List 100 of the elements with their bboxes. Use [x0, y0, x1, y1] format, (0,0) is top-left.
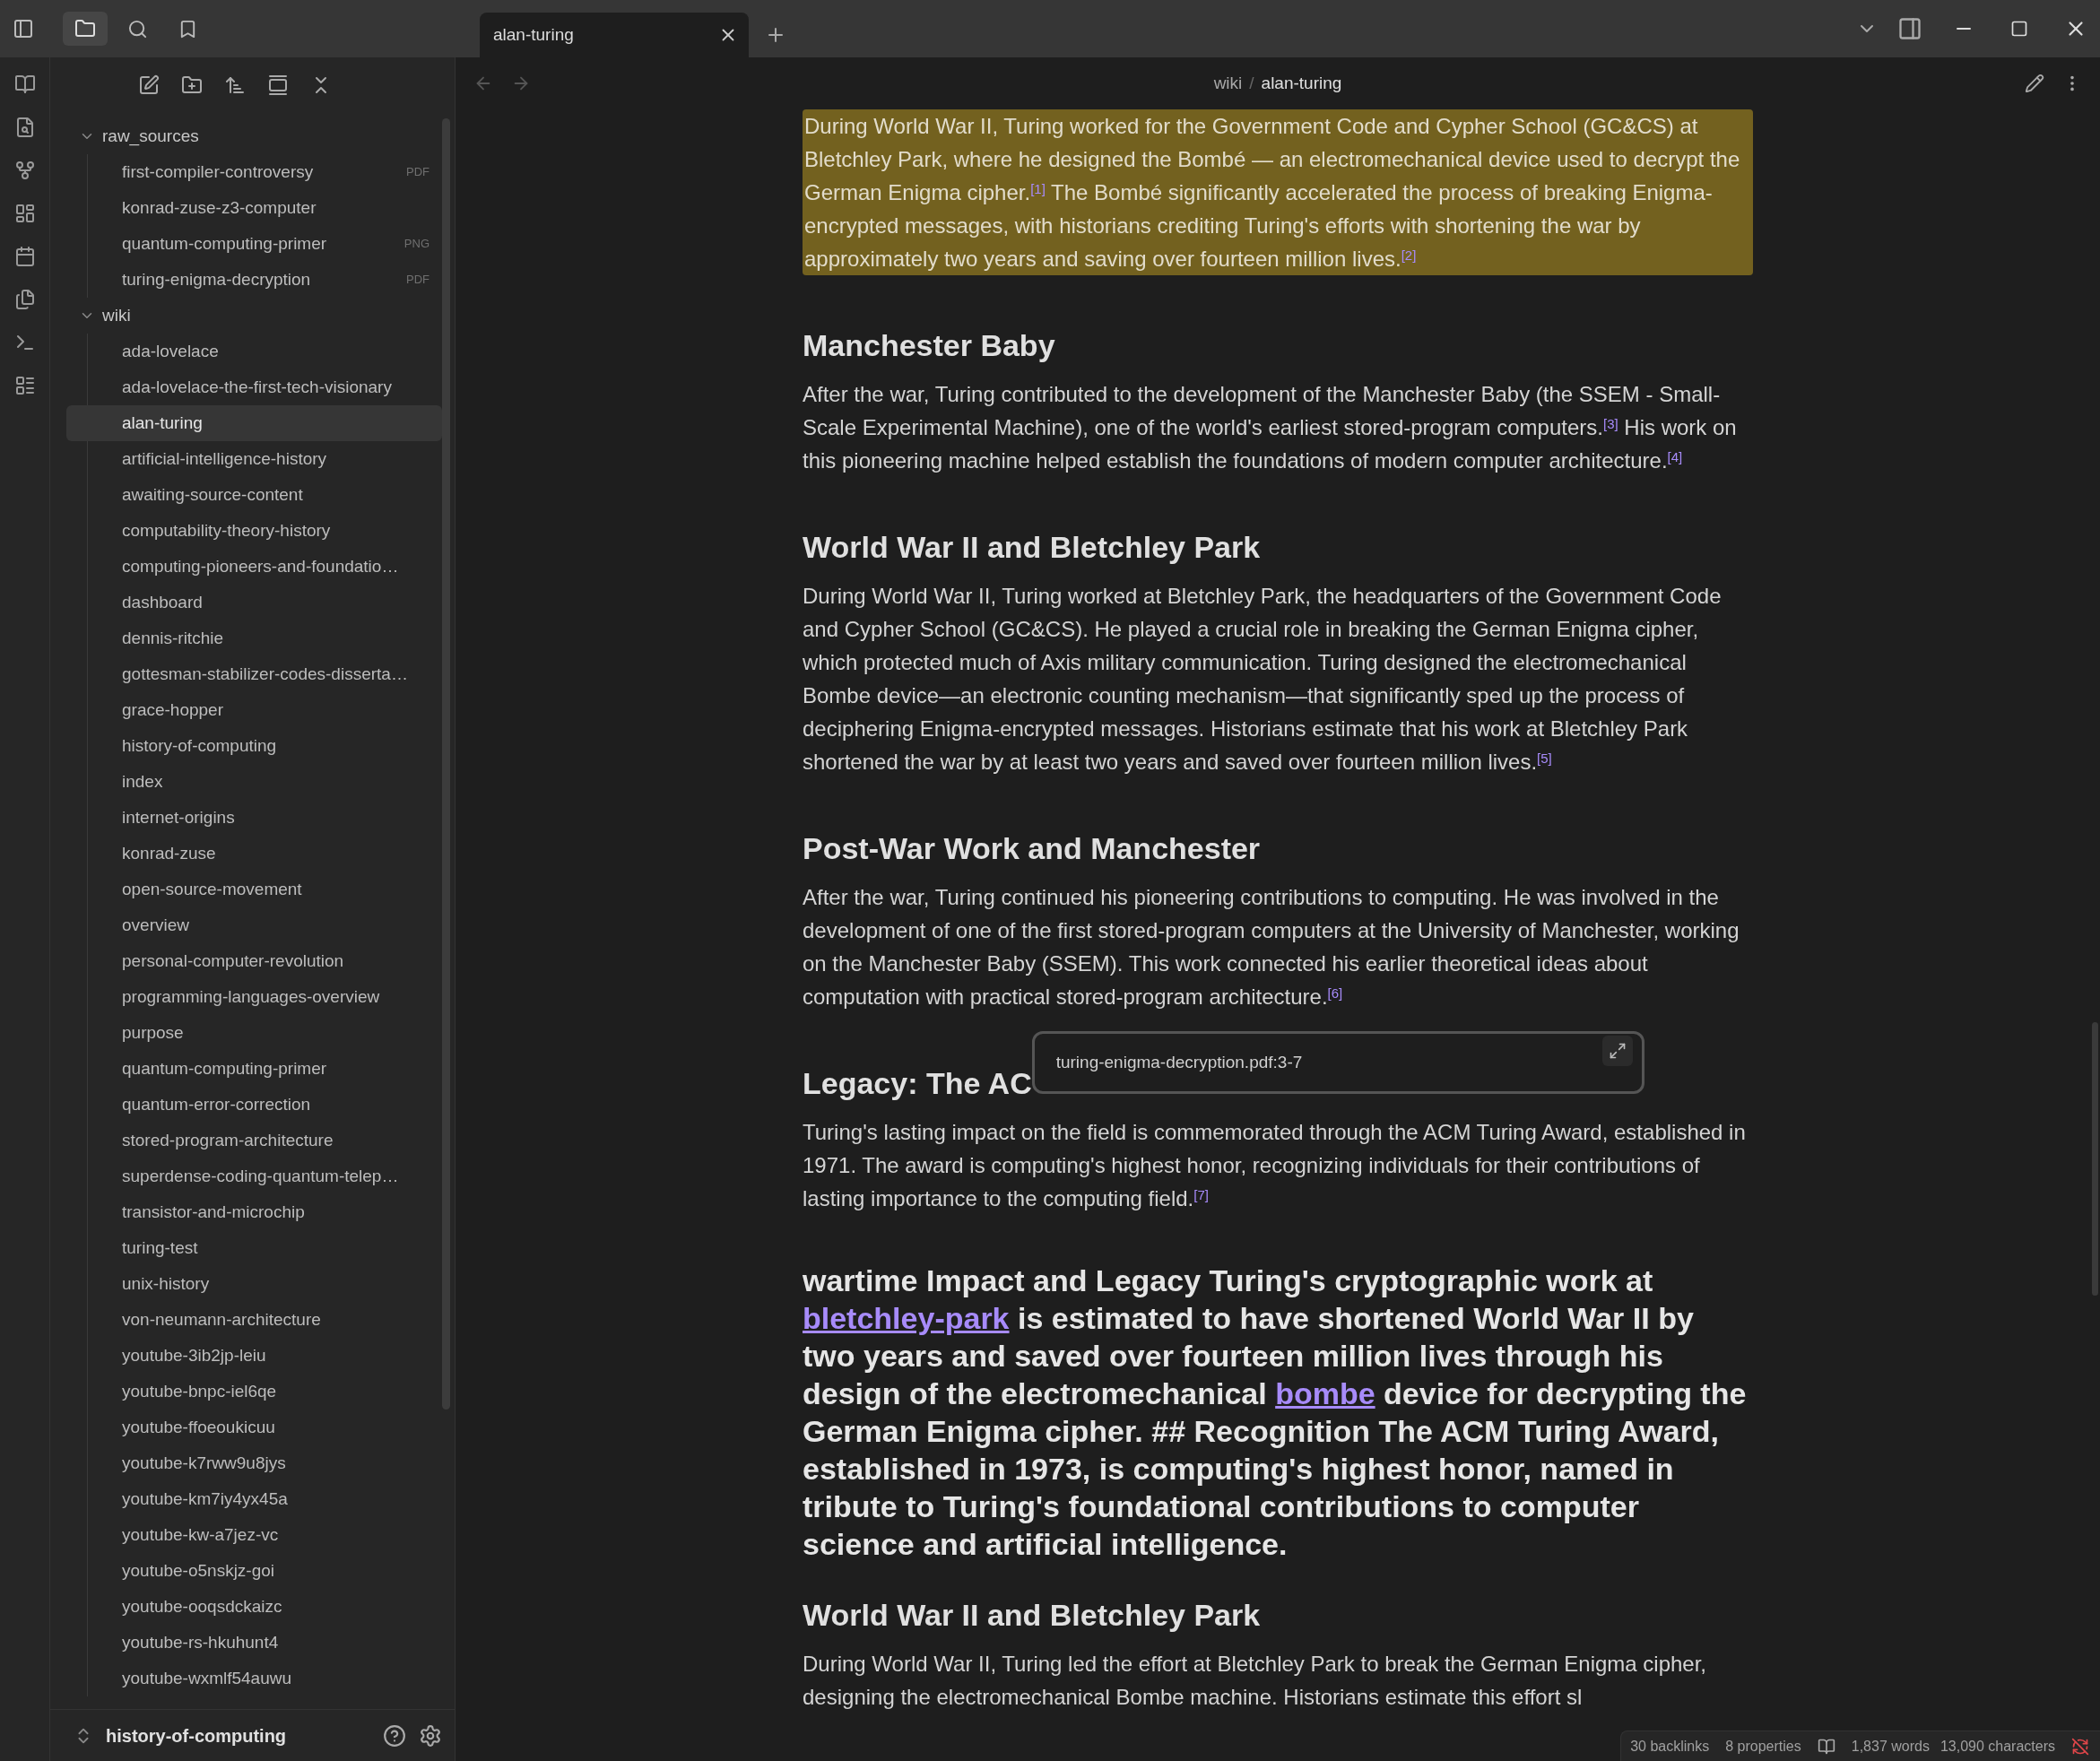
file-item[interactable]: youtube-kw-a7jez-vc: [66, 1517, 442, 1553]
file-name: computability-theory-history: [122, 519, 332, 542]
files-tab-button[interactable]: [63, 12, 108, 46]
help-icon[interactable]: [383, 1723, 406, 1748]
file-name: youtube-3ib2jp-leiu: [122, 1344, 267, 1366]
new-note-icon[interactable]: [137, 74, 160, 96]
file-item[interactable]: overview: [66, 907, 442, 943]
book-icon[interactable]: [13, 74, 36, 95]
file-item[interactable]: purpose: [66, 1015, 442, 1051]
file-item[interactable]: youtube-km7iy4yx45a: [66, 1481, 442, 1517]
scrollbar-thumb[interactable]: [2092, 1022, 2098, 1296]
file-item[interactable]: quantum-computing-primer PNG: [66, 226, 442, 262]
breadcrumb-note[interactable]: alan-turing: [1261, 70, 1342, 97]
file-item[interactable]: von-neumann-architecture: [66, 1302, 442, 1338]
file-name: stored-program-architecture: [122, 1129, 334, 1151]
properties-count[interactable]: 8 properties: [1725, 1735, 1801, 1757]
file-item[interactable]: index: [66, 764, 442, 800]
auto-reveal-icon[interactable]: [266, 74, 289, 96]
sync-off-icon[interactable]: [2071, 1737, 2089, 1756]
file-name: youtube-ffoeoukicuu: [122, 1416, 276, 1438]
file-item[interactable]: youtube-ffoeoukicuu: [66, 1410, 442, 1445]
file-item[interactable]: dennis-ritchie: [66, 620, 442, 656]
tab[interactable]: alan-turing: [480, 13, 749, 57]
internal-link[interactable]: bombe: [1275, 1376, 1375, 1410]
bold-paragraph: wartime Impact and Legacy Turing's cryptographic work at bletchley-park is estimated to have shortened World War II by two years and saved over fourteen million lives through his design of the electromechanical bombe device for decrypting the German Enigma cipher. ## Recognition The ACM Turing Award, established in 1973, is computing's highest honor, named in tribute to Turing's foundational contributions to computer science and artificial intelligence.: [803, 1262, 1748, 1563]
file-item[interactable]: youtube-ooqsdckaizc: [66, 1589, 442, 1625]
folder-icon: [74, 18, 96, 39]
backlinks-count[interactable]: 30 backlinks: [1630, 1735, 1710, 1757]
right-sidebar-icon[interactable]: [1897, 16, 1922, 41]
file-name: gottesman-stabilizer-codes-disserta…: [122, 663, 409, 685]
file-item[interactable]: turing-enigma-decryption PDF: [66, 262, 442, 298]
file-item[interactable]: ada-lovelace-the-first-tech-visionary: [66, 369, 442, 405]
file-item[interactable]: youtube-wxmlf54auwu: [66, 1661, 442, 1696]
file-item[interactable]: computing-pioneers-and-foundatio…: [66, 549, 442, 585]
file-item[interactable]: youtube-rs-hkuhunt4: [66, 1625, 442, 1661]
folder-item[interactable]: raw_sources: [54, 118, 455, 154]
internal-link[interactable]: bletchley-park: [803, 1301, 1010, 1335]
file-name: dennis-ritchie: [122, 627, 224, 649]
file-item[interactable]: youtube-3ib2jp-leiu: [66, 1338, 442, 1374]
file-item[interactable]: history-of-computing: [66, 728, 442, 764]
breadcrumb-folder[interactable]: wiki: [1213, 70, 1243, 97]
file-item[interactable]: open-source-movement: [66, 872, 442, 907]
file-name: youtube-kw-a7jez-vc: [122, 1523, 280, 1546]
paragraph: After the war, Turing continued his pioneering contributions to computing. He was involved in the development of one of the first stored-program computers at the University of Manchester, working on the Manchester Baby (SSEM). This work connected his earlier theoretical ideas about computation with practical stored-program architecture.$^{[6]}$: [803, 884, 1740, 1011]
graph-icon[interactable]: [13, 160, 36, 181]
file-item[interactable]: grace-hopper: [66, 692, 442, 728]
calendar-icon[interactable]: [13, 246, 36, 267]
file-name: grace-hopper: [122, 698, 225, 721]
new-folder-icon[interactable]: [180, 74, 203, 96]
settings-icon[interactable]: [419, 1723, 442, 1748]
file-item[interactable]: ada-lovelace: [66, 334, 442, 369]
section-heading: Manchester Baby: [803, 327, 1055, 364]
character-count: 13,090 characters: [1939, 1737, 2055, 1756]
file-name: youtube-wxmlf54auwu: [122, 1667, 293, 1689]
file-item[interactable]: dashboard: [66, 585, 442, 620]
file-name: personal-computer-revolution: [122, 950, 345, 972]
file-item[interactable]: alan-turing: [66, 405, 442, 441]
file-item[interactable]: computability-theory-history: [66, 513, 442, 549]
file-item[interactable]: transistor-and-microchip: [66, 1194, 442, 1230]
file-name: konrad-zuse-z3-computer: [122, 196, 317, 219]
file-name: ada-lovelace-the-first-tech-visionary: [122, 376, 393, 398]
file-item[interactable]: superdense-coding-quantum-telep…: [66, 1158, 442, 1194]
dashboard-icon[interactable]: [13, 203, 36, 224]
file-item[interactable]: internet-origins: [66, 800, 442, 836]
file-name: quantum-computing-primer: [122, 1057, 328, 1080]
file-item[interactable]: youtube-bnpc-iel6qe: [66, 1374, 442, 1410]
file-item[interactable]: stored-program-architecture: [66, 1123, 442, 1158]
file-type-label: PDF: [406, 164, 430, 181]
file-item[interactable]: awaiting-source-content: [66, 477, 442, 513]
maximize-icon[interactable]: [2010, 20, 2028, 38]
expand-button[interactable]: [1601, 1036, 1633, 1066]
file-item[interactable]: konrad-zuse-z3-computer: [66, 190, 442, 226]
search-icon: [126, 18, 148, 39]
file-item[interactable]: first-compiler-controversy PDF: [66, 154, 442, 190]
sort-icon[interactable]: [223, 74, 246, 96]
files-icon[interactable]: [13, 289, 36, 310]
reading-view-icon[interactable]: [1817, 1737, 1835, 1756]
file-item[interactable]: turing-test: [66, 1230, 442, 1266]
file-item[interactable]: youtube-k7rww9u8jys: [66, 1445, 442, 1481]
section-heading: Post-War Work and Manchester: [803, 830, 1261, 867]
file-item[interactable]: programming-languages-overview: [66, 979, 442, 1015]
preview-filename: turing-enigma-decryption.pdf:3-7: [1055, 1051, 1304, 1073]
file-name: von-neumann-architecture: [122, 1308, 322, 1331]
file-name: index: [122, 770, 164, 793]
file-item[interactable]: unix-history: [66, 1266, 442, 1302]
file-name: dashboard: [122, 591, 204, 613]
file-item[interactable]: personal-computer-revolution: [66, 943, 442, 979]
vault-name[interactable]: history-of-computing: [106, 1722, 370, 1749]
folder-item[interactable]: wiki: [54, 298, 455, 334]
file-item[interactable]: quantum-computing-primer: [66, 1051, 442, 1087]
file-name: transistor-and-microchip: [122, 1201, 306, 1223]
file-item[interactable]: quantum-error-correction: [66, 1087, 442, 1123]
file-name: open-source-movement: [122, 878, 303, 900]
edit-icon[interactable]: [2025, 74, 2044, 93]
file-item[interactable]: artificial-intelligence-history: [66, 441, 442, 477]
file-item[interactable]: konrad-zuse: [66, 836, 442, 872]
list-icon[interactable]: [13, 375, 36, 396]
file-name: quantum-error-correction: [122, 1093, 312, 1115]
file-item[interactable]: gottesman-stabilizer-codes-disserta…: [66, 656, 442, 692]
file-item[interactable]: youtube-o5nskjz-goi: [66, 1553, 442, 1589]
